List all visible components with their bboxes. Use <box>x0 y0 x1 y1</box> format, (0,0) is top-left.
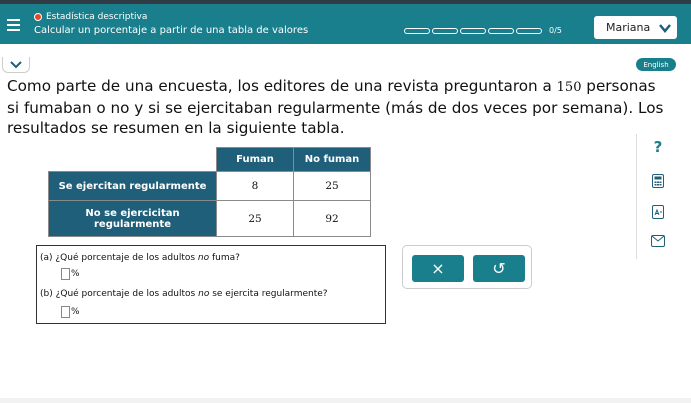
percent-unit: % <box>71 269 80 279</box>
collapse-header-button[interactable] <box>2 57 30 73</box>
question-a-start: (a) ¿Qué porcentaje de los adultos <box>40 253 198 263</box>
answer-a-field: % <box>61 268 80 280</box>
question-b-start: (b) ¿Qué porcentaje de los adultos <box>40 289 199 299</box>
table-corner <box>48 147 217 172</box>
answer-panel: (a) ¿Qué porcentaje de los adultos no fu… <box>36 245 386 324</box>
table-header-row: Fuman No fuman <box>48 147 371 172</box>
problem-statement: Como parte de una encuesta, los editores… <box>7 76 667 138</box>
message-icon <box>651 235 665 247</box>
course-title: Estadística descriptiva <box>46 12 148 22</box>
data-table: Fuman No fuman Se ejercitan regularmente… <box>48 147 371 237</box>
language-toggle-button[interactable]: English <box>636 58 676 71</box>
table-cell: 25 <box>216 200 294 237</box>
question-b-emphasis: no <box>198 289 210 299</box>
bottom-edge <box>0 398 691 403</box>
answer-b-field: % <box>61 306 80 318</box>
reference-icon <box>652 205 664 219</box>
undo-button[interactable]: ↺ <box>473 255 525 282</box>
column-header: Fuman <box>216 147 294 172</box>
menu-icon[interactable] <box>7 19 20 31</box>
progress-segment <box>460 28 486 34</box>
percent-unit: % <box>71 307 80 317</box>
status-dot-icon <box>34 13 42 21</box>
progress-segment <box>516 28 542 34</box>
question-a-emphasis: no <box>197 253 210 263</box>
calculator-button[interactable] <box>650 173 666 189</box>
answer-b-input[interactable] <box>61 306 70 318</box>
question-b-end: se ejercita regularmente? <box>209 289 328 299</box>
table-cell: 25 <box>293 171 371 201</box>
topic-title: Calcular un porcentaje a partir de una t… <box>34 25 309 36</box>
question-a: (a) ¿Qué porcentaje de los adultos no fu… <box>40 253 240 263</box>
question-a-end: fuma? <box>209 253 240 263</box>
answer-a-input[interactable] <box>61 268 70 280</box>
reference-button[interactable] <box>650 204 666 220</box>
chevron-down-icon <box>659 23 671 33</box>
progress-segment <box>432 28 458 34</box>
row-header: Se ejercitan regularmente <box>48 171 217 201</box>
help-button[interactable]: ? <box>650 138 666 156</box>
table-row: Se ejercitan regularmente 8 25 <box>48 171 371 201</box>
course-row: Estadística descriptiva <box>34 12 147 22</box>
progress-segment <box>404 28 430 34</box>
answer-actions: × ↺ <box>402 245 532 289</box>
user-name: Mariana <box>606 21 651 34</box>
row-header: No se ejercicitan regularmente <box>48 200 217 237</box>
progress-bar <box>404 28 542 34</box>
table-cell: 92 <box>293 200 371 237</box>
progress-score: 0/5 <box>549 26 562 35</box>
top-bar: Estadística descriptiva Calcular un porc… <box>0 0 691 44</box>
question-b: (b) ¿Qué porcentaje de los adultos no se… <box>40 289 328 299</box>
clear-button[interactable]: × <box>412 255 464 282</box>
progress-segment <box>488 28 514 34</box>
column-header: No fuman <box>293 147 371 172</box>
table-cell: 8 <box>216 171 294 201</box>
table-row: No se ejercicitan regularmente 25 92 <box>48 200 371 237</box>
chevron-down-icon <box>10 61 22 69</box>
problem-number: 150 <box>556 80 582 95</box>
message-button[interactable] <box>650 233 666 249</box>
top-strip <box>0 0 691 4</box>
calculator-icon <box>652 174 664 188</box>
user-menu-button[interactable]: Mariana <box>594 16 677 39</box>
problem-text-start: Como parte de una encuesta, los editores… <box>7 77 557 95</box>
sidebar-divider <box>636 134 637 259</box>
